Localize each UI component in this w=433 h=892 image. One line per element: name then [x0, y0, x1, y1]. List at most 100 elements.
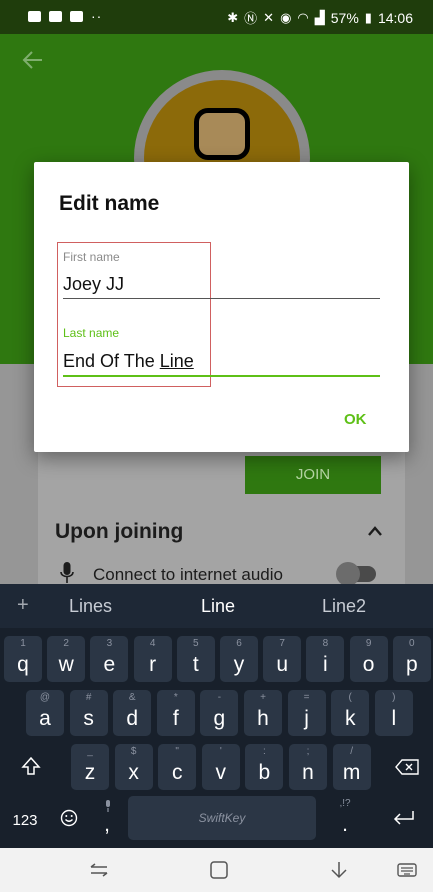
key-h[interactable]: + h	[244, 690, 282, 736]
key-c[interactable]: " c	[158, 744, 197, 790]
key-label: j	[304, 707, 309, 730]
key-label: m	[342, 761, 361, 784]
key-o[interactable]: 9o	[349, 636, 388, 682]
first-name-label: First name	[63, 250, 120, 264]
comma-key[interactable]: ,	[88, 796, 126, 842]
keyboard-switch-icon[interactable]	[396, 860, 418, 880]
clock: 14:06	[377, 9, 413, 26]
key-u[interactable]: 7u	[263, 636, 302, 682]
key-hint: -	[217, 692, 222, 703]
backspace-icon	[395, 759, 419, 775]
last-name-underline	[63, 375, 380, 377]
key-q[interactable]: 1q	[4, 636, 42, 682]
toggle-knob[interactable]	[336, 562, 360, 586]
composing-word: Line	[159, 351, 194, 371]
suggestion-left[interactable]: Lines	[69, 596, 112, 617]
key-hint: *	[173, 692, 178, 703]
key-z[interactable]: _ z	[71, 744, 109, 790]
home-icon[interactable]	[208, 860, 230, 880]
key-v[interactable]: ' v	[201, 744, 240, 790]
message-notification-icon	[49, 10, 62, 22]
key-p[interactable]: 0p	[392, 636, 431, 682]
key-hint: 1	[20, 638, 26, 649]
emoji-key[interactable]	[50, 796, 88, 842]
key-e[interactable]: 3e	[90, 636, 129, 682]
screen: ·· ✱ Ⓝ ✕ ◉ ◠ ▟ 57% ▮ 14:06 JOIN Upon joi…	[0, 0, 433, 892]
outlook-notification-icon	[28, 10, 41, 22]
comma-key-label: ,	[104, 813, 110, 836]
key-i[interactable]: 8i	[306, 636, 345, 682]
chevron-up-icon[interactable]	[366, 524, 384, 538]
key-x[interactable]: $ x	[114, 744, 153, 790]
key-label: l	[391, 707, 397, 730]
nfc-icon: Ⓝ	[244, 11, 258, 26]
key-label: t	[192, 653, 199, 676]
first-name-field[interactable]: Joey JJ	[63, 274, 124, 295]
key-r[interactable]: 4r	[133, 636, 172, 682]
key-g[interactable]: -g	[200, 690, 239, 736]
key-hint: 2	[63, 638, 69, 649]
key-y[interactable]: 6y	[220, 636, 258, 682]
signal-icon: ▟	[314, 9, 325, 25]
key-label: x	[128, 761, 139, 784]
internet-audio-label: Connect to internet audio	[93, 565, 283, 584]
key-hint: ;	[306, 746, 310, 757]
key-s[interactable]: # s	[69, 690, 108, 736]
key-n[interactable]: ; n	[289, 744, 327, 790]
period-key[interactable]: ,!? .	[322, 796, 368, 842]
key-hint: '	[219, 746, 222, 757]
key-hint: /	[350, 746, 353, 757]
shift-key[interactable]	[6, 744, 56, 790]
key-label: i	[323, 653, 328, 676]
key-label: o	[362, 653, 375, 676]
battery-percent: 57%	[330, 9, 359, 26]
key-t[interactable]: 5t	[176, 636, 215, 682]
mute-icon: ✕	[263, 9, 275, 25]
key-label: n	[302, 761, 314, 784]
edit-name-dialog: Edit name First name Joey JJ Last name E…	[34, 162, 409, 452]
enter-key[interactable]	[378, 796, 430, 842]
key-a[interactable]: @ a	[26, 690, 64, 736]
key-hint: 9	[365, 638, 372, 649]
key-hint: #	[85, 692, 92, 703]
battery-icon: ▮	[364, 9, 372, 25]
key-hint: :	[263, 746, 266, 757]
join-button[interactable]: JOIN	[245, 456, 381, 494]
key-hint: 5	[193, 638, 199, 649]
shift-icon	[21, 756, 41, 775]
last-name-field[interactable]: End Of The Line	[63, 351, 194, 372]
suggestion-center[interactable]: Line	[201, 596, 235, 617]
key-label: a	[39, 707, 51, 730]
key-hint: 8	[322, 638, 329, 649]
key-hint: @	[39, 692, 51, 703]
key-label: k	[344, 707, 356, 730]
backspace-key[interactable]	[381, 744, 431, 790]
key-label: p	[405, 653, 418, 676]
key-m[interactable]: / m	[332, 744, 371, 790]
key-b[interactable]: :b	[245, 744, 284, 790]
key-hint: 4	[149, 638, 156, 649]
back-arrow-icon[interactable]	[22, 50, 44, 70]
key-hint: "	[175, 746, 179, 757]
key-label: h	[257, 707, 269, 730]
microphone-icon	[60, 562, 74, 583]
numbers-key[interactable]: 123	[2, 796, 48, 842]
hide-keyboard-icon[interactable]	[328, 860, 350, 880]
key-label: s	[83, 707, 94, 730]
key-w[interactable]: 2w	[47, 636, 86, 682]
ok-button[interactable]: OK	[338, 407, 373, 432]
emoji-icon	[60, 809, 78, 827]
suggestion-right[interactable]: Line2	[322, 596, 366, 617]
key-hint: +	[260, 692, 266, 703]
key-label: v	[215, 761, 227, 784]
key-label: g	[213, 707, 226, 730]
toolbar-expand-button[interactable]: +	[17, 594, 29, 617]
key-d[interactable]: & d	[113, 690, 152, 736]
key-k[interactable]: (k	[331, 690, 370, 736]
recent-apps-icon[interactable]	[88, 860, 110, 880]
key-label: d	[126, 707, 139, 730]
key-f[interactable]: * f	[156, 690, 195, 736]
key-j[interactable]: = j	[287, 690, 326, 736]
space-key[interactable]: SwiftKey	[128, 796, 316, 840]
key-l[interactable]: ) l	[374, 690, 413, 736]
